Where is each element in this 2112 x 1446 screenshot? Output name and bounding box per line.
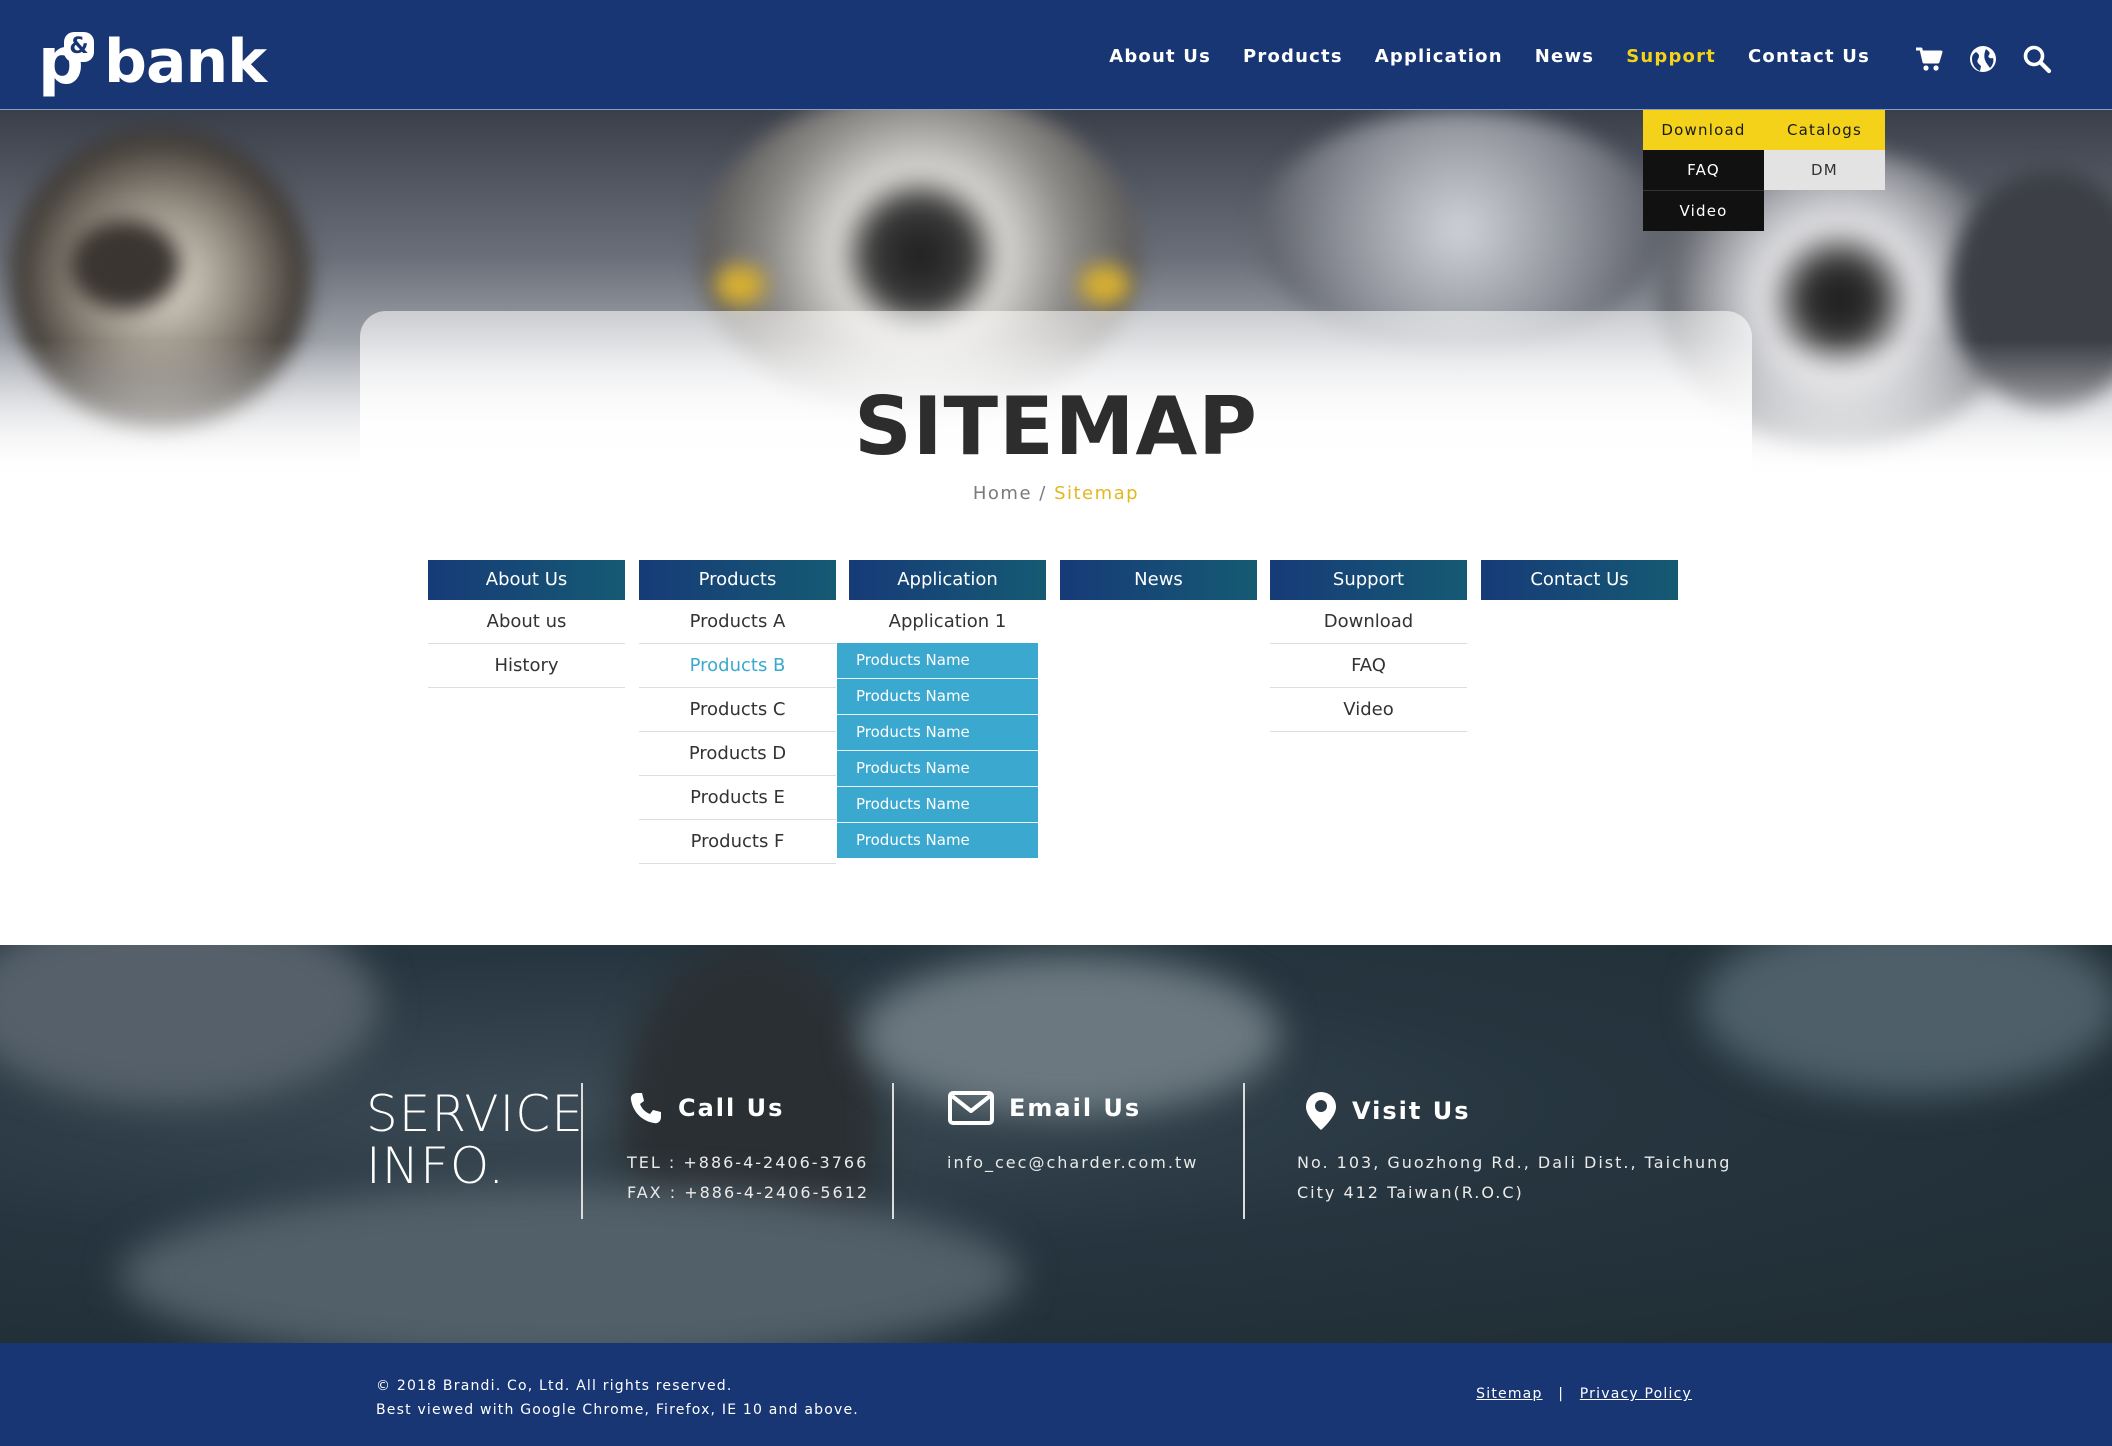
submenu-product-name[interactable]: Products Name: [837, 787, 1038, 823]
copyright-text: © 2018 Brandi. Co, Ltd. All rights reser…: [376, 1378, 733, 1394]
nav-contact-us[interactable]: Contact Us: [1748, 46, 1870, 67]
footer-links: Sitemap | Privacy Policy: [1476, 1386, 1692, 1402]
sitemap-item-products-c[interactable]: Products C: [639, 688, 836, 732]
submenu-product-name[interactable]: Products Name: [837, 751, 1038, 787]
phone-number[interactable]: TEL : +886-4-2406-3766: [627, 1148, 869, 1178]
search-icon[interactable]: [2022, 44, 2052, 74]
support-dropdown: Download Catalogs FAQ DM Video: [1643, 110, 1885, 231]
sitemap-item-products-f[interactable]: Products F: [639, 820, 836, 864]
envelope-icon: [947, 1090, 995, 1126]
email-us-heading: Email Us: [947, 1090, 1141, 1126]
breadcrumb-current: Sitemap: [1054, 483, 1140, 504]
email-us-details: info_cec@charder.com.tw: [947, 1148, 1198, 1178]
sitemap-item-products-b[interactable]: Products B: [639, 644, 836, 688]
service-blur-shape: [120, 1185, 1020, 1343]
sitemap-head-application[interactable]: Application: [849, 560, 1046, 600]
service-blur-shape: [0, 945, 380, 1105]
fax-number: FAX : +886-4-2406-5612: [627, 1183, 870, 1202]
main-nav: About Us Products Application News Suppo…: [1109, 46, 1870, 67]
nav-application[interactable]: Application: [1375, 46, 1503, 67]
sitemap-column-application: Application Application 1: [849, 560, 1046, 643]
call-us-details: TEL : +886-4-2406-3766 FAX : +886-4-2406…: [627, 1148, 869, 1208]
visit-us-heading: Visit Us: [1304, 1090, 1471, 1132]
sitemap-column-news: News: [1060, 560, 1257, 600]
nav-support[interactable]: Support: [1626, 46, 1716, 67]
dropdown-video[interactable]: Video: [1643, 190, 1764, 231]
footer-bar: [0, 1343, 2112, 1446]
nav-news[interactable]: News: [1535, 46, 1594, 67]
sitemap-head-contact-us[interactable]: Contact Us: [1481, 560, 1678, 600]
sitemap-item-application-1[interactable]: Application 1: [849, 600, 1046, 643]
header-tools: [1914, 44, 2052, 74]
logo-text: bank: [104, 27, 267, 97]
service-title-line2: INFO.: [366, 1137, 506, 1195]
divider: [581, 1083, 583, 1219]
sitemap-head-news[interactable]: News: [1060, 560, 1257, 600]
cart-icon[interactable]: [1914, 44, 1944, 74]
call-us-label: Call Us: [678, 1094, 785, 1122]
divider: [892, 1083, 894, 1219]
service-blur-shape: [1700, 945, 2112, 1095]
submenu-product-name[interactable]: Products Name: [837, 715, 1038, 751]
email-us-label: Email Us: [1009, 1094, 1142, 1122]
sitemap-item-faq[interactable]: FAQ: [1270, 644, 1467, 688]
service-info-section: [0, 945, 2112, 1343]
call-us-heading: Call Us: [628, 1090, 784, 1126]
submenu-product-name[interactable]: Products Name: [837, 643, 1038, 679]
service-info-title: SERVICE INFO.: [366, 1088, 584, 1192]
submenu-product-name[interactable]: Products Name: [837, 823, 1038, 858]
sitemap-item-download[interactable]: Download: [1270, 600, 1467, 644]
sitemap-head-about-us[interactable]: About Us: [428, 560, 625, 600]
logo-mark: p &: [38, 26, 102, 94]
sitemap-head-support[interactable]: Support: [1270, 560, 1467, 600]
sitemap-item-video[interactable]: Video: [1270, 688, 1467, 732]
visit-us-label: Visit Us: [1352, 1097, 1471, 1125]
sitemap-column-support: Support Download FAQ Video: [1270, 560, 1467, 732]
phone-icon: [628, 1090, 664, 1126]
location-pin-icon: [1304, 1090, 1338, 1132]
footer-privacy-link[interactable]: Privacy Policy: [1580, 1386, 1692, 1402]
top-navigation-bar: p & bank About Us Products Application N…: [0, 0, 2112, 110]
nav-products[interactable]: Products: [1243, 46, 1343, 67]
dropdown-faq[interactable]: FAQ: [1643, 150, 1764, 190]
nav-about-us[interactable]: About Us: [1109, 46, 1211, 67]
hero-blur-shape: [1080, 265, 1130, 305]
products-b-submenu: Products Name Products Name Products Nam…: [837, 643, 1038, 858]
sitemap-item-about-us[interactable]: About us: [428, 600, 625, 644]
dropdown-download[interactable]: Download: [1643, 110, 1764, 150]
footer-copyright-block: © 2018 Brandi. Co, Ltd. All rights reser…: [376, 1374, 859, 1422]
browser-note: Best viewed with Google Chrome, Firefox,…: [376, 1402, 859, 1418]
sitemap-column-about: About Us About us History: [428, 560, 625, 688]
hero-blur-shape: [715, 265, 765, 305]
breadcrumb-separator: /: [1039, 483, 1047, 504]
breadcrumb: Home / Sitemap: [0, 483, 2112, 504]
sitemap-item-products-d[interactable]: Products D: [639, 732, 836, 776]
page-title: SITEMAP: [854, 380, 1258, 473]
logo-ampersand: &: [64, 32, 94, 62]
sitemap-column-contact: Contact Us: [1481, 560, 1678, 600]
sitemap-column-products: Products Products A Products B Products …: [639, 560, 836, 864]
email-address[interactable]: info_cec@charder.com.tw: [947, 1148, 1198, 1178]
brand-logo[interactable]: p & bank: [38, 20, 267, 97]
globe-icon[interactable]: [1968, 44, 1998, 74]
divider: [1243, 1083, 1245, 1219]
sitemap-item-history[interactable]: History: [428, 644, 625, 688]
visit-us-details: No. 103, Guozhong Rd., Dali Dist., Taich…: [1297, 1148, 1731, 1208]
service-title-line1: SERVICE: [366, 1085, 584, 1143]
dropdown-dm[interactable]: DM: [1764, 150, 1885, 190]
sitemap-head-products[interactable]: Products: [639, 560, 836, 600]
address-line-1: No. 103, Guozhong Rd., Dali Dist., Taich…: [1297, 1153, 1732, 1172]
sitemap-item-products-a[interactable]: Products A: [639, 600, 836, 644]
footer-link-separator: |: [1558, 1386, 1565, 1402]
submenu-product-name[interactable]: Products Name: [837, 679, 1038, 715]
breadcrumb-home[interactable]: Home: [973, 483, 1032, 504]
dropdown-catalogs[interactable]: Catalogs: [1764, 110, 1885, 150]
sitemap-item-products-e[interactable]: Products E: [639, 776, 836, 820]
address-line-2: City 412 Taiwan(R.O.C): [1297, 1183, 1524, 1202]
footer-sitemap-link[interactable]: Sitemap: [1476, 1386, 1542, 1402]
hero-blur-shape: [70, 220, 180, 310]
